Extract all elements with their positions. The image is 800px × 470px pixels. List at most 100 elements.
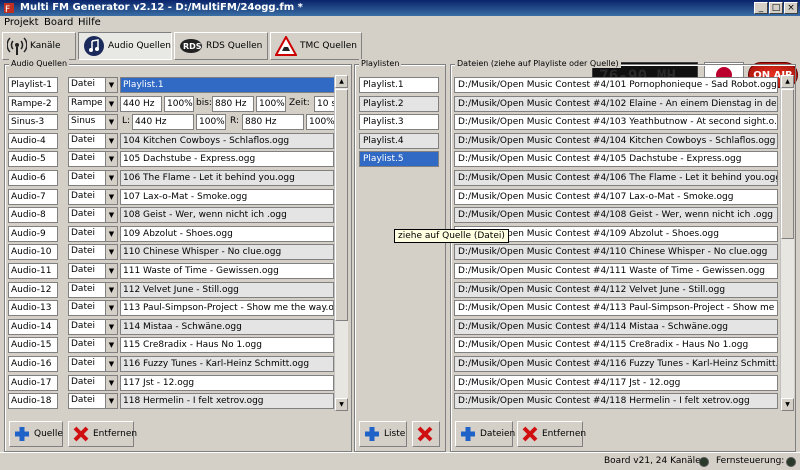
tab-tmc-quellen[interactable]: TMC Quellen [270,32,362,60]
chevron-down-icon[interactable]: ▼ [105,115,117,130]
source-name-field[interactable]: Audio-18 [8,393,58,410]
file-item[interactable]: D:/Musik/Open Music Contest #4/116 Fuzzy… [454,356,778,372]
chevron-down-icon[interactable]: ▼ [105,319,117,334]
source-name-field[interactable]: Audio-10 [8,244,58,261]
tab-rds-quellen[interactable]: RDS RDS Quellen [174,32,268,60]
source-name-field[interactable]: Audio-15 [8,337,58,354]
file-item[interactable]: D:/Musik/Open Music Contest #4/108 Geist… [454,207,778,224]
source-type-select[interactable]: Datei ▼ [68,263,118,279]
source-type-select[interactable]: Datei ▼ [68,300,118,317]
chevron-down-icon[interactable]: ▼ [105,282,117,297]
chevron-down-icon[interactable]: ▼ [105,96,117,111]
scroll-down-icon[interactable]: ▼ [781,398,794,411]
ramp-from-percent-field[interactable]: 100% [164,95,194,112]
source-name-field[interactable]: Audio-9 [8,225,58,242]
remove-playlist-button[interactable] [412,421,440,447]
maximize-icon[interactable]: □ [769,2,783,14]
menu-board[interactable]: Board [44,17,73,28]
chevron-down-icon[interactable]: ▼ [105,357,117,371]
close-icon[interactable]: × [784,2,798,14]
source-value-field[interactable]: 111 Waste of Time - Gewissen.ogg [120,263,334,279]
source-name-field[interactable]: Audio-6 [8,170,58,186]
source-type-select[interactable]: Datei ▼ [68,225,118,242]
source-value-field[interactable]: 114 Mistaa - Schwäne.ogg [120,318,334,335]
source-name-field[interactable]: Audio-11 [8,263,58,279]
source-value-field[interactable]: 107 Lax-o-Mat - Smoke.ogg [120,188,334,205]
file-item[interactable]: D:/Musik/Open Music Contest #4/105 Dachs… [454,151,778,168]
menu-hilfe[interactable]: Hilfe [78,17,101,28]
source-value-field[interactable]: 104 Kitchen Cowboys - Schlaflos.ogg [120,132,334,149]
file-item[interactable]: D:/Musik/Open Music Contest #4/106 The F… [454,170,778,186]
file-item[interactable]: D:/Musik/Open Music Contest #4/103 Yeath… [454,114,778,131]
source-type-select[interactable]: Datei ▼ [68,77,118,93]
scroll-thumb[interactable] [781,89,794,239]
source-type-select[interactable]: Datei ▼ [68,281,118,298]
file-item[interactable]: D:/Musik/Open Music Contest #4/107 Lax-o… [454,188,778,205]
scroll-up-icon[interactable]: ▲ [781,75,794,88]
ramp-to-percent-field[interactable]: 100% [256,95,286,112]
chevron-down-icon[interactable]: ▼ [105,226,117,241]
playlist-item[interactable]: Playlist.3 [359,114,439,131]
source-name-field[interactable]: Audio-5 [8,151,58,168]
sine-left-freq-field[interactable]: 440 Hz [132,114,194,131]
source-name-field[interactable]: Audio-7 [8,188,58,205]
file-item[interactable]: D:/Musik/Open Music Contest #4/111 Waste… [454,263,778,279]
ramp-from-field[interactable]: 440 Hz [120,95,162,112]
source-value-field[interactable]: 117 Jst - 12.ogg [120,374,334,391]
chevron-down-icon[interactable]: ▼ [105,171,117,185]
scroll-thumb[interactable] [335,89,348,321]
add-playlist-button[interactable]: Liste [359,421,407,447]
file-item[interactable]: D:/Musik/Open Music Contest #4/104 Kitch… [454,132,778,149]
playlist-item[interactable]: Playlist.1 [359,77,439,93]
source-value-field[interactable]: 112 Velvet June - Still.ogg [120,281,334,298]
file-item[interactable]: D:/Musik/Open Music Contest #4/102 Elain… [454,95,778,112]
source-name-field[interactable]: Sinus-3 [8,114,58,131]
source-value-field[interactable]: 118 Hermelin - I felt xetrov.ogg [120,393,334,410]
sine-left-percent-field[interactable]: 100% [196,114,226,131]
source-name-field[interactable]: Audio-16 [8,356,58,372]
source-value-field[interactable]: 106 The Flame - Let it behind you.ogg [120,170,334,186]
file-item[interactable]: D:/Musik/Open Music Contest #4/118 Herme… [454,393,778,410]
source-name-field[interactable]: Audio-17 [8,374,58,391]
file-item[interactable]: D:/Musik/Open Music Contest #4/112 Velve… [454,281,778,298]
chevron-down-icon[interactable]: ▼ [105,245,117,260]
playlist-item[interactable]: Playlist.2 [359,95,439,112]
source-type-select[interactable]: Sinus ▼ [68,114,118,131]
playlist-item[interactable]: Playlist.5 [359,151,439,168]
scroll-up-icon[interactable]: ▲ [335,75,348,88]
chevron-down-icon[interactable]: ▼ [105,133,117,148]
source-name-field[interactable]: Rampe-2 [8,95,58,112]
source-name-field[interactable]: Audio-13 [8,300,58,317]
file-item[interactable]: D:/Musik/Open Music Contest #4/113 Paul-… [454,300,778,317]
source-type-select[interactable]: Datei ▼ [68,356,118,372]
source-type-select[interactable]: Datei ▼ [68,374,118,391]
file-item[interactable]: D:/Musik/Open Music Contest #4/115 Cre8r… [454,337,778,354]
chevron-down-icon[interactable]: ▼ [105,338,117,353]
source-name-field[interactable]: Audio-4 [8,132,58,149]
source-value-field[interactable]: 115 Cre8radix - Haus No 1.ogg [120,337,334,354]
source-name-field[interactable]: Audio-14 [8,318,58,335]
source-type-select[interactable]: Datei ▼ [68,151,118,168]
source-name-field[interactable]: Playlist-1 [8,77,58,93]
chevron-down-icon[interactable]: ▼ [105,208,117,223]
chevron-down-icon[interactable]: ▼ [105,152,117,167]
chevron-down-icon[interactable]: ▼ [105,394,117,409]
add-files-button[interactable]: Dateien [455,421,515,447]
chevron-down-icon[interactable]: ▼ [105,375,117,390]
file-item[interactable]: D:/Musik/Open Music Contest #4/110 Chine… [454,244,778,261]
source-type-select[interactable]: Rampe ▼ [68,95,118,112]
source-value-field[interactable]: 109 Abzolut - Shoes.ogg [120,225,334,242]
source-value-field[interactable]: 105 Dachstube - Express.ogg [120,151,334,168]
source-type-select[interactable]: Datei ▼ [68,318,118,335]
chevron-down-icon[interactable]: ▼ [105,301,117,316]
chevron-down-icon[interactable]: ▼ [105,189,117,204]
source-name-field[interactable]: Audio-8 [8,207,58,224]
chevron-down-icon[interactable]: ▼ [105,78,117,92]
source-type-select[interactable]: Datei ▼ [68,207,118,224]
source-type-select[interactable]: Datei ▼ [68,170,118,186]
ramp-to-field[interactable]: 880 Hz [212,95,254,112]
files-scrollbar[interactable]: ▲ ▼ [780,75,794,411]
source-value-field[interactable]: 113 Paul-Simpson-Project - Show me the w… [120,300,334,317]
remove-source-button[interactable]: Entfernen [68,421,137,447]
source-value-field[interactable]: 108 Geist - Wer, wenn nicht ich .ogg [120,207,334,224]
